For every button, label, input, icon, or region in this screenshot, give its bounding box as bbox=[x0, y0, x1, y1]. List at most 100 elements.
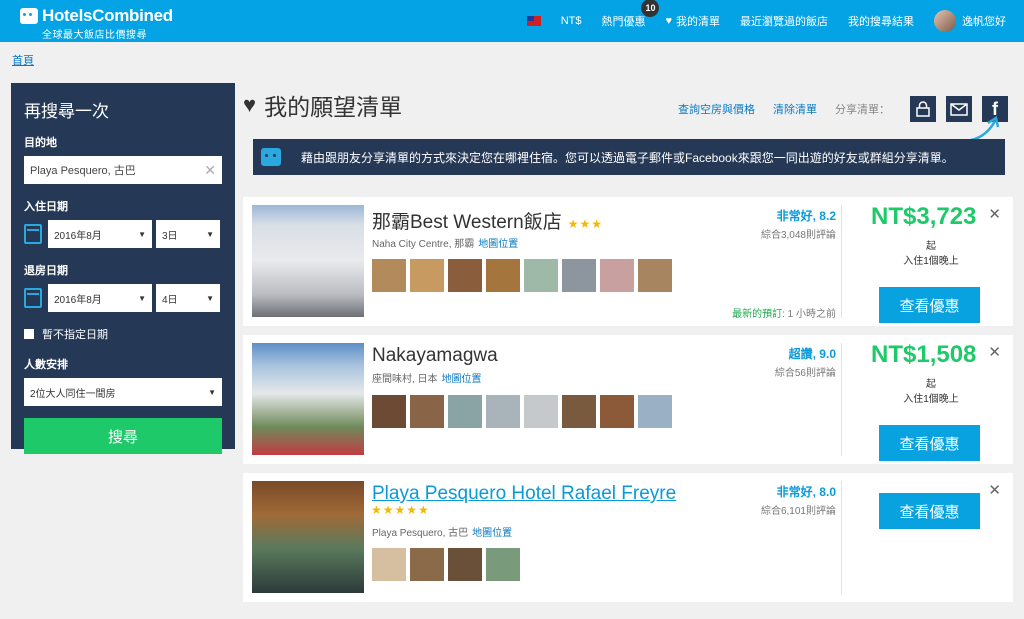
user-greeting: 逸帆您好 bbox=[962, 16, 1006, 28]
thumbnail[interactable] bbox=[372, 395, 406, 428]
share-info-banner: 藉由跟朋友分享清單的方式來決定您在哪裡住宿。您可以透過電子郵件或Facebook… bbox=[253, 139, 1005, 175]
heart-icon: ♥ bbox=[665, 15, 672, 27]
thumbnail[interactable] bbox=[600, 259, 634, 292]
divider bbox=[841, 481, 842, 594]
star-rating: ★★★★★ bbox=[371, 503, 430, 517]
dropdown-arrow-icon: ▼ bbox=[208, 387, 216, 397]
thumbnail[interactable] bbox=[638, 259, 672, 292]
checkin-month-select[interactable]: 2016年8月 ▼ bbox=[48, 220, 152, 248]
hotel-card: Nakayamagwa 座間味村, 日本 地圖位置 超讚, 9.0 綜合56則評論… bbox=[243, 335, 1013, 464]
destination-input[interactable]: Playa Pesquero, 古巴 ✕ bbox=[24, 156, 222, 184]
checkout-day-value: 4日 bbox=[162, 294, 178, 306]
wishlist-heading: ♥ 我的願望清單 bbox=[243, 88, 402, 122]
price-nights: 入住1個晚上 bbox=[903, 256, 959, 267]
divider bbox=[841, 205, 842, 318]
calendar-icon[interactable] bbox=[24, 288, 42, 308]
review-count[interactable]: 綜合6,101則評論 bbox=[761, 502, 836, 517]
nav-recently-viewed[interactable]: 最近瀏覽過的飯店 bbox=[740, 13, 828, 29]
map-link[interactable]: 地圖位置 bbox=[478, 239, 518, 250]
search-button[interactable]: 搜尋 bbox=[24, 418, 222, 454]
thumbnail[interactable] bbox=[600, 395, 634, 428]
thumbnail[interactable] bbox=[448, 259, 482, 292]
price-from: 起 bbox=[926, 241, 936, 252]
hotel-photo[interactable] bbox=[252, 481, 364, 593]
share-info-text: 藉由跟朋友分享清單的方式來決定您在哪裡住宿。您可以透過電子郵件或Facebook… bbox=[301, 150, 954, 165]
no-dates-checkbox[interactable] bbox=[24, 329, 34, 339]
checkout-label: 退房日期 bbox=[24, 265, 68, 277]
recent-booking-label: 最新的預訂: bbox=[732, 309, 785, 320]
dropdown-arrow-icon: ▼ bbox=[138, 293, 146, 303]
thumbnail[interactable] bbox=[410, 259, 444, 292]
thumbnail[interactable] bbox=[562, 259, 596, 292]
remove-hotel-icon[interactable]: ✕ bbox=[988, 205, 1001, 223]
remove-hotel-icon[interactable]: ✕ bbox=[988, 343, 1001, 361]
hotel-name-text: Nakayamagwa bbox=[372, 345, 498, 366]
nav-my-list[interactable]: ♥ 我的清單 bbox=[665, 13, 720, 29]
destination-value: Playa Pesquero, 古巴 bbox=[30, 165, 136, 177]
thumbnail[interactable] bbox=[486, 548, 520, 581]
photo-thumbnails bbox=[372, 259, 676, 292]
hotel-name[interactable]: 那霸Best Western飯店 ★★★ bbox=[372, 207, 603, 234]
map-link[interactable]: 地圖位置 bbox=[442, 374, 482, 385]
hotel-photo[interactable] bbox=[252, 343, 364, 455]
review-rating: 超讚, 9.0 綜合56則評論 bbox=[775, 345, 836, 379]
thumbnail[interactable] bbox=[410, 395, 444, 428]
hotel-name[interactable]: Playa Pesquero Hotel Rafael Freyre bbox=[372, 483, 676, 505]
price-note: 起 入住1個晚上 bbox=[863, 377, 999, 407]
recent-booking-time: 1 小時之前 bbox=[784, 309, 836, 320]
hotel-photo[interactable] bbox=[252, 205, 364, 317]
thumbnail[interactable] bbox=[524, 395, 558, 428]
clear-list-link[interactable]: 清除清單 bbox=[773, 101, 817, 117]
top-nav: NT$ 熱門優惠 10 ♥ 我的清單 最近瀏覽過的飯店 我的搜尋結果 逸帆您好 bbox=[507, 0, 1006, 42]
review-count[interactable]: 綜合56則評論 bbox=[775, 364, 836, 379]
star-rating: ★★★ bbox=[567, 217, 603, 231]
thumbnail[interactable] bbox=[562, 395, 596, 428]
thumbnail[interactable] bbox=[448, 395, 482, 428]
review-count[interactable]: 綜合3,048則評論 bbox=[761, 226, 836, 241]
price-note: 起 入住1個晚上 bbox=[863, 239, 999, 269]
top-bar: HotelsCombined 全球最大飯店比價搜尋 NT$ 熱門優惠 10 ♥ … bbox=[0, 0, 1024, 42]
view-deal-button[interactable]: 查看優惠 bbox=[879, 493, 980, 529]
remove-hotel-icon[interactable]: ✕ bbox=[988, 481, 1001, 499]
hotel-location: 座間味村, 日本 地圖位置 bbox=[372, 370, 482, 385]
thumbnail[interactable] bbox=[372, 548, 406, 581]
logo[interactable]: HotelsCombined 全球最大飯店比價搜尋 bbox=[20, 6, 173, 41]
lock-share-button[interactable] bbox=[910, 96, 936, 122]
checkin-month-value: 2016年8月 bbox=[54, 230, 102, 242]
hotel-name[interactable]: Nakayamagwa bbox=[372, 345, 498, 367]
divider bbox=[841, 343, 842, 456]
checkout-day-select[interactable]: 4日 ▼ bbox=[156, 284, 220, 312]
thumbnail[interactable] bbox=[638, 395, 672, 428]
logo-tagline: 全球最大飯店比價搜尋 bbox=[42, 30, 147, 41]
calendar-icon[interactable] bbox=[24, 224, 42, 244]
breadcrumb-home[interactable]: 首頁 bbox=[12, 52, 34, 68]
check-availability-link[interactable]: 查詢空房與價格 bbox=[678, 101, 755, 117]
rating-score: 非常好, 8.2 bbox=[776, 209, 836, 223]
checkin-day-select[interactable]: 3日 ▼ bbox=[156, 220, 220, 248]
thumbnail[interactable] bbox=[448, 548, 482, 581]
user-menu[interactable]: 逸帆您好 bbox=[934, 10, 1006, 32]
thumbnail[interactable] bbox=[524, 259, 558, 292]
checkin-label: 入住日期 bbox=[24, 201, 68, 213]
view-deal-button[interactable]: 查看優惠 bbox=[879, 425, 980, 461]
clear-icon[interactable]: ✕ bbox=[204, 162, 216, 179]
nav-hot-deals[interactable]: 熱門優惠 10 bbox=[601, 0, 660, 29]
map-link[interactable]: 地圖位置 bbox=[472, 528, 512, 539]
guests-value: 2位大人同住一間房 bbox=[30, 388, 116, 400]
currency-selector[interactable]: NT$ bbox=[561, 15, 582, 27]
nav-my-searches[interactable]: 我的搜尋結果 bbox=[848, 13, 914, 29]
dropdown-arrow-icon: ▼ bbox=[206, 293, 214, 303]
nav-hot-deals-label: 熱門優惠 bbox=[601, 16, 646, 28]
checkout-month-select[interactable]: 2016年8月 ▼ bbox=[48, 284, 152, 312]
country-selector[interactable] bbox=[526, 16, 541, 26]
thumbnail[interactable] bbox=[372, 259, 406, 292]
thumbnail[interactable] bbox=[410, 548, 444, 581]
search-again-panel: 再搜尋一次 目的地 Playa Pesquero, 古巴 ✕ 入住日期 2016… bbox=[11, 83, 235, 454]
guests-select[interactable]: 2位大人同住一間房 ▼ bbox=[24, 378, 222, 406]
thumbnail[interactable] bbox=[486, 259, 520, 292]
avatar bbox=[934, 10, 956, 32]
view-deal-button[interactable]: 查看優惠 bbox=[879, 287, 980, 323]
lock-icon bbox=[916, 101, 930, 117]
nav-my-list-label: 我的清單 bbox=[676, 16, 720, 28]
thumbnail[interactable] bbox=[486, 395, 520, 428]
